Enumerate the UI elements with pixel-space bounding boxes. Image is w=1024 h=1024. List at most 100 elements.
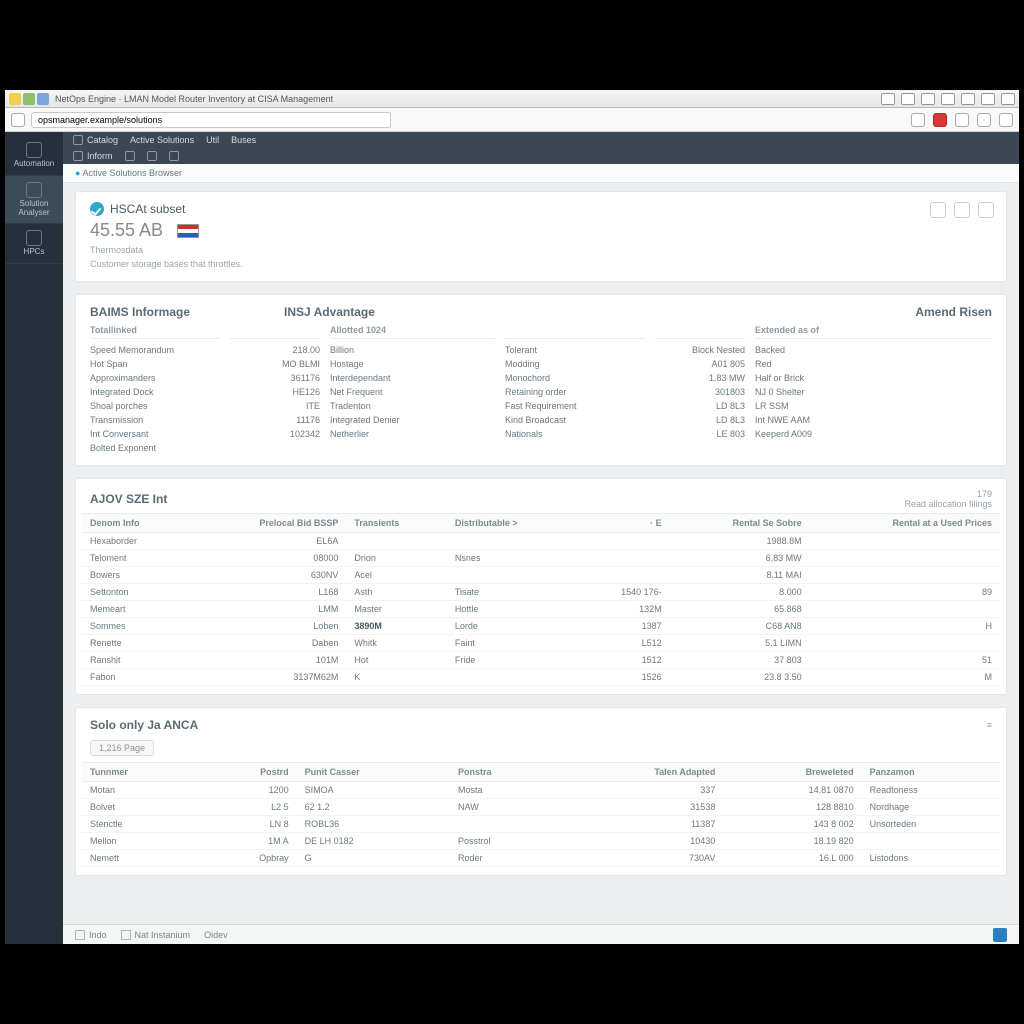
table-cell xyxy=(447,533,577,550)
info-cell: Keeperd A009 xyxy=(755,427,992,441)
table-cell: Loben xyxy=(190,618,346,635)
menu-share[interactable] xyxy=(169,151,179,161)
column-header xyxy=(655,325,745,339)
menu-inform[interactable]: Inform xyxy=(73,151,113,161)
url-bar xyxy=(5,108,1019,132)
table-cell: ROBL36 xyxy=(297,816,450,833)
menu-copy[interactable] xyxy=(147,151,157,161)
copy-icon xyxy=(147,151,157,161)
table-cell: K xyxy=(346,669,447,686)
column-header[interactable]: Rental at a Used Prices xyxy=(810,514,1000,533)
export-icon[interactable] xyxy=(954,202,970,218)
table-cell: 8.000 xyxy=(670,584,810,601)
column-header[interactable]: Panzamon xyxy=(862,763,1000,782)
table-row[interactable]: Motan1200SIMOAMosta33714.81 0870Readtone… xyxy=(82,782,1000,799)
column-header[interactable]: Prelocal Bid BSSP xyxy=(190,514,346,533)
menu-active-solutions[interactable]: Active Solutions xyxy=(130,135,194,145)
column-header[interactable]: Ponstra xyxy=(450,763,557,782)
address-input[interactable] xyxy=(31,112,391,128)
section-header: Amend Risen xyxy=(901,295,1006,325)
window-control-icon[interactable] xyxy=(921,93,935,105)
table-row[interactable]: BolvetL2 562 1.2NAW31538128 8810Nordhage xyxy=(82,799,1000,816)
table-cell: L168 xyxy=(190,584,346,601)
table-cell: 31538 xyxy=(557,799,723,816)
table-cell: Master xyxy=(346,601,447,618)
menu-catalog[interactable]: Catalog xyxy=(73,135,118,145)
table-row[interactable]: StenctleLN 8ROBL3611387143 8 002Unsorted… xyxy=(82,816,1000,833)
table-cell: Motan xyxy=(82,782,198,799)
status-item[interactable]: Oidev xyxy=(204,930,228,940)
info-cell: A01 805 xyxy=(655,357,745,371)
hero-card: HSCAt subset 45.55 AB Thermosdata Custom… xyxy=(75,191,1007,282)
column-header[interactable]: Rental Se Sobre xyxy=(670,514,810,533)
table-menu-icon[interactable]: ≡ xyxy=(987,720,992,730)
info-cell: LD 8L3 xyxy=(655,413,745,427)
sidebar-item-solution[interactable]: Solution Analyser xyxy=(5,176,63,225)
refresh-icon[interactable] xyxy=(930,202,946,218)
table-row[interactable]: SettontonL168AsthTisate1540 176-8.00089 xyxy=(82,584,1000,601)
back-icon[interactable] xyxy=(11,113,25,127)
table-title: Solo only Ja ANCA xyxy=(90,718,198,732)
info-cell: Transmission xyxy=(90,413,220,427)
extension-icon[interactable] xyxy=(977,113,991,127)
column-header[interactable]: Breweleted xyxy=(723,763,861,782)
column-header[interactable]: Tunnmer xyxy=(82,763,198,782)
table-row[interactable]: Teloment08000DrionNsnes6.83 MW xyxy=(82,550,1000,567)
settings-icon[interactable] xyxy=(978,202,994,218)
page-title: HSCAt subset xyxy=(110,202,185,216)
table-row[interactable]: Bowers630NVAcel8.11 MAI xyxy=(82,567,1000,584)
window-control-icon[interactable] xyxy=(981,93,995,105)
profile-icon[interactable] xyxy=(999,113,1013,127)
table-row[interactable]: NemettOpbrayGRoder730AV16.L 000Listodons xyxy=(82,850,1000,867)
record-icon[interactable] xyxy=(933,113,947,127)
info-cell: Modding xyxy=(505,357,645,371)
app-icon xyxy=(9,93,21,105)
table-cell: 51 xyxy=(810,652,1000,669)
column-header[interactable]: Postrd xyxy=(198,763,296,782)
window-control-icon[interactable] xyxy=(941,93,955,105)
window-control-icon[interactable] xyxy=(901,93,915,105)
window-control-icon[interactable] xyxy=(881,93,895,105)
table-cell: C68 AN8 xyxy=(670,618,810,635)
menu-tile[interactable] xyxy=(125,151,135,161)
table-row[interactable]: SommesLoben3890MLorde1387C68 AN8H xyxy=(82,618,1000,635)
menu-buses[interactable]: Buses xyxy=(231,135,256,145)
column-header[interactable]: Denom Info xyxy=(82,514,190,533)
window-control-icon[interactable] xyxy=(1001,93,1015,105)
table-cell: H xyxy=(810,618,1000,635)
table-cell: 337 xyxy=(557,782,723,799)
table-cell: 8.11 MAI xyxy=(670,567,810,584)
column-header[interactable]: Talen Adapted xyxy=(557,763,723,782)
table-cell: 1988.8M xyxy=(670,533,810,550)
bookmark-icon[interactable] xyxy=(911,113,925,127)
status-item[interactable]: Nat Instanium xyxy=(121,930,191,940)
hero-subtitle: Thermosdata xyxy=(90,245,992,255)
status-item[interactable]: Indo xyxy=(75,930,107,940)
table-row[interactable]: HexaborderEL6A1988.8M xyxy=(82,533,1000,550)
table-row[interactable]: RenetteDabenWhitkFaintL5125.1 LIMN xyxy=(82,635,1000,652)
info-cell: Shoal porches xyxy=(90,399,220,413)
column-header[interactable]: Distributable > xyxy=(447,514,577,533)
table-row[interactable]: Ranshit101MHotFride151237 80351 xyxy=(82,652,1000,669)
column-header[interactable]: · E xyxy=(577,514,670,533)
table-cell: 6.83 MW xyxy=(670,550,810,567)
table-row[interactable]: Mellon1M ADE LH 0182Posstrol1043018.19 8… xyxy=(82,833,1000,850)
sidebar-item-automation[interactable]: Automation xyxy=(5,136,63,176)
info-cell xyxy=(230,441,320,455)
sidebar-item-label: Solution Analyser xyxy=(18,199,49,217)
column-header[interactable]: Punit Casser xyxy=(297,763,450,782)
window-control-icon[interactable] xyxy=(961,93,975,105)
table-cell xyxy=(577,533,670,550)
table-cell: LN 8 xyxy=(198,816,296,833)
filter-pill[interactable]: 1,216 Page xyxy=(90,740,154,756)
info-cell xyxy=(655,441,745,455)
forward-icon[interactable] xyxy=(955,113,969,127)
sidebar-item-hpc[interactable]: HPCs xyxy=(5,224,63,264)
info-cell: Int NWE AAM xyxy=(755,413,992,427)
info-cell: Hot Span xyxy=(90,357,220,371)
table-row[interactable]: MemeartLMMMasterHottle132M65.868 xyxy=(82,601,1000,618)
status-indicator-icon[interactable] xyxy=(993,928,1007,942)
column-header[interactable]: Transients xyxy=(346,514,447,533)
menu-util[interactable]: Util xyxy=(206,135,219,145)
table-row[interactable]: Fabon3137M62MK152623.8 3.50M xyxy=(82,669,1000,686)
